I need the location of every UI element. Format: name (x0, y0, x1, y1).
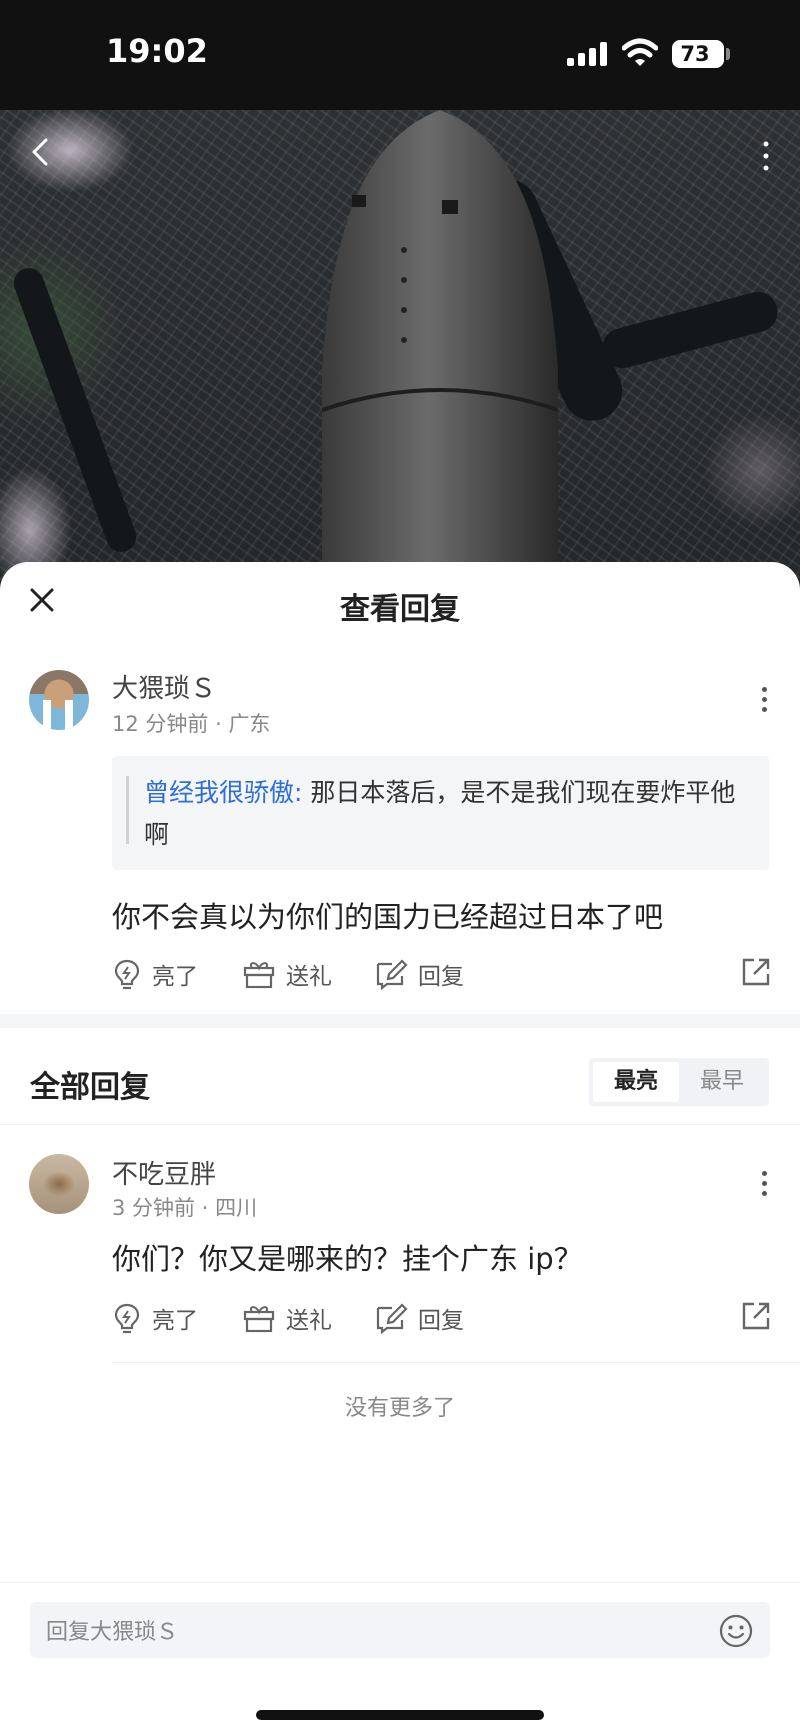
divider (0, 1582, 800, 1583)
lightbulb-icon (114, 1303, 140, 1334)
reply-label: 回复 (418, 964, 464, 990)
home-indicator[interactable] (256, 1710, 544, 1720)
reply-input[interactable]: 回复大猥琐Ｓ (30, 1602, 770, 1658)
username[interactable]: 大猥琐Ｓ (112, 668, 216, 705)
comment-actions: 亮了 送礼 回复 (112, 954, 772, 994)
cellular-signal-icon (567, 42, 609, 66)
comment-time: 12 分钟前 (112, 712, 209, 736)
reply-button[interactable]: 回复 (374, 954, 464, 994)
sort-option-earliest[interactable]: 最早 (679, 1062, 765, 1102)
reply-sheet: 查看回复 大猥琐Ｓ 12 分钟前 · 广东 曾经我很骄傲: 那日本落后，是不是我… (0, 562, 800, 1734)
more-options-icon[interactable] (756, 136, 776, 176)
sheet-title: 查看回复 (340, 592, 460, 627)
section-divider (0, 1014, 800, 1028)
avatar[interactable] (29, 1154, 89, 1214)
comment-more-icon[interactable] (758, 1168, 770, 1204)
like-label: 亮了 (152, 964, 198, 990)
gift-button[interactable]: 送礼 (242, 1298, 332, 1338)
edit-icon (376, 1303, 408, 1334)
missile-image (322, 110, 558, 590)
status-time: 19:02 (106, 32, 208, 70)
quoted-comment[interactable]: 曾经我很骄傲: 那日本落后，是不是我们现在要炸平他啊 (112, 756, 769, 870)
back-icon[interactable] (22, 132, 62, 172)
replies-section-title: 全部回复 (30, 1070, 150, 1105)
reply-label: 回复 (418, 1308, 464, 1334)
lightbulb-icon (114, 959, 140, 990)
like-button[interactable]: 亮了 (112, 954, 198, 994)
gift-label: 送礼 (286, 964, 332, 990)
sort-option-hot[interactable]: 最亮 (593, 1062, 679, 1102)
username[interactable]: 不吃豆胖 (112, 1154, 216, 1191)
comment-actions: 亮了 送礼 回复 (112, 1298, 772, 1338)
status-bar: 19:02 73 (0, 0, 800, 110)
divider (0, 1124, 800, 1125)
comment-meta: 3 分钟前 · 四川 (112, 1196, 258, 1220)
video-player[interactable] (0, 110, 800, 590)
gift-icon (243, 962, 275, 989)
share-icon[interactable] (740, 956, 772, 988)
divider (112, 1362, 800, 1363)
like-label: 亮了 (152, 1308, 198, 1334)
battery-tip (726, 48, 730, 60)
comment-time: 3 分钟前 (112, 1196, 196, 1220)
comment-location: 四川 (215, 1196, 258, 1220)
reply-button[interactable]: 回复 (374, 1298, 464, 1338)
wifi-icon (622, 38, 658, 66)
comment-text: 你们？你又是哪来的？挂个广东 ip？ (112, 1242, 583, 1276)
sort-toggle: 最亮 最早 (589, 1058, 769, 1106)
river-decoration (597, 287, 783, 373)
quote-author[interactable]: 曾经我很骄傲: (144, 778, 302, 807)
like-button[interactable]: 亮了 (112, 1298, 198, 1338)
battery-level: 73 (680, 42, 710, 66)
emoji-icon[interactable] (718, 1613, 754, 1649)
quote-text: 曾经我很骄傲: 那日本落后，是不是我们现在要炸平他啊 (144, 772, 754, 856)
edit-icon (376, 959, 408, 990)
gift-button[interactable]: 送礼 (242, 954, 332, 994)
river-decoration (9, 263, 141, 557)
share-icon[interactable] (740, 1300, 772, 1332)
comment-text: 你不会真以为你们的国力已经超过日本了吧 (112, 900, 664, 934)
comment-location: 广东 (228, 712, 271, 736)
no-more-text: 没有更多了 (344, 1396, 455, 1421)
comment-more-icon[interactable] (758, 684, 770, 720)
quote-bar (126, 776, 129, 844)
comment-meta: 12 分钟前 · 广东 (112, 712, 271, 736)
avatar[interactable] (29, 670, 89, 730)
gift-icon (243, 1306, 275, 1333)
gift-label: 送礼 (286, 1308, 332, 1334)
